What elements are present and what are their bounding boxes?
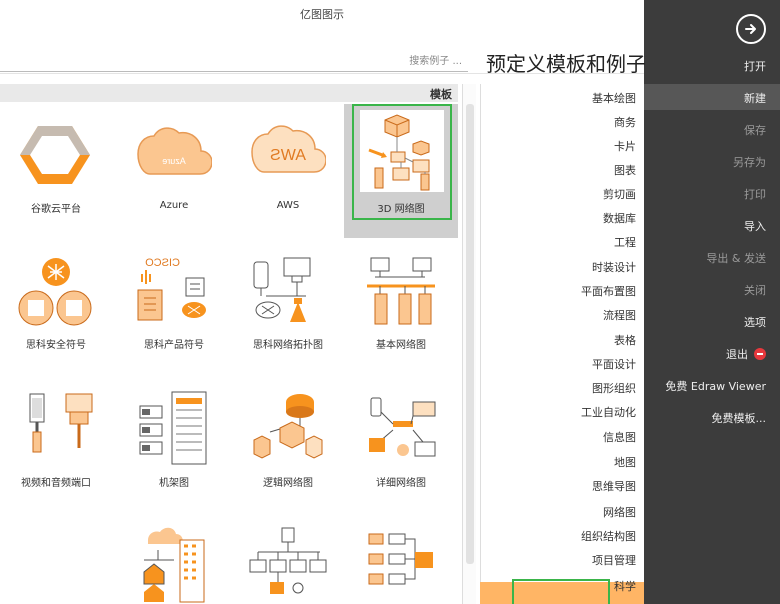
template-hierarchy[interactable] [345,520,457,604]
org-network-icon [249,527,327,594]
templates-header-label: 模板 [430,88,452,101]
template-label: 详细网络图 [376,478,426,489]
template-cisco-products[interactable]: CISCO 思科产品符号 [118,246,230,356]
app-title: 亿图图示 [300,8,344,21]
category-list: 基本绘图 商务 卡片 图表 剪切画 数据库 工程 时装设计 平面布置图 流程图 … [480,84,644,604]
exit-icon [754,348,766,360]
logical-network-icon [253,394,323,459]
template-cisco-security[interactable]: 思科安全符号 [0,246,112,356]
template-label: 逻辑网络图 [263,478,313,489]
template-label: 思科安全符号 [26,340,86,351]
nav-print[interactable]: 打印 [744,186,766,202]
template-google-cloud[interactable]: 谷歌云平台 [0,104,112,224]
template-label: 谷歌云平台 [31,204,81,215]
nav-save[interactable]: 保存 [744,122,766,138]
category-item[interactable]: 流程图 [603,307,636,323]
divider [480,84,481,604]
back-arrow-icon[interactable] [736,14,766,44]
template-label: 基本网络图 [376,340,426,351]
scrollbar[interactable] [462,84,476,604]
category-item[interactable]: 卡片 [614,138,636,154]
template-rack-diagram[interactable]: 机架图 [118,384,230,494]
template-label: AWS [276,200,300,211]
template-label: 视频和音频端口 [21,478,91,489]
nav-open[interactable]: 打开 [744,58,766,74]
template-detailed-network[interactable]: 详细网络图 [345,384,457,494]
template-aws[interactable]: AWS AWS [232,104,344,224]
template-cisco-topology[interactable]: 思科网络拓扑图 [232,246,344,356]
templates-header: 模板 [0,84,458,102]
template-label: 机架图 [159,478,189,489]
building-network-icon [143,527,205,603]
nav-close[interactable]: 关闭 [744,282,766,298]
aws-text: AWS [270,147,306,164]
azure-text: Azure [162,156,186,166]
category-item[interactable]: 剪切画 [603,186,636,202]
cisco-text: CISCO [145,257,180,269]
hierarchy-icon [368,533,433,585]
template-building-network[interactable] [118,520,230,604]
category-item[interactable]: 基本绘图 [592,90,636,106]
category-item[interactable]: 图表 [614,162,636,178]
basic-network-icon [367,257,435,325]
template-av-ports[interactable]: 视频和音频端口 [0,384,112,494]
scrollbar-thumb[interactable] [466,104,474,564]
aws-cloud-icon: AWS [251,125,326,173]
nav-save-as[interactable]: 另存为 [733,154,766,170]
detailed-network-icon [369,397,436,457]
category-item[interactable]: 商务 [614,114,636,130]
template-label: 3D 网络图 [377,204,425,215]
selection-outline [512,579,610,604]
nav-free-templates[interactable]: 免费模板... [712,410,767,426]
nav-export-send[interactable]: 导出 & 发送 [706,250,766,266]
template-3d-network[interactable]: 3D 网络图 [345,104,457,224]
template-label: 思科网络拓扑图 [253,340,323,351]
cisco-security-icon [18,258,92,326]
category-item[interactable]: 表格 [614,332,636,348]
backstage-nav: 打开 新建 保存 另存为 打印 导入 导出 & 发送 关闭 选项 退出 免费 E… [644,0,780,604]
google-cloud-hex-icon [20,126,90,184]
category-item[interactable]: 思维导图 [592,478,636,494]
template-label: Azure [159,200,189,211]
template-basic-network[interactable]: 基本网络图 [345,246,457,356]
category-item[interactable]: 信息图 [603,429,636,445]
category-item-network[interactable]: 网络图 [603,504,636,520]
category-item[interactable]: 工业自动化 [581,404,636,420]
category-item[interactable]: 数据库 [603,210,636,226]
category-item[interactable]: 平面设计 [592,356,636,372]
category-item[interactable]: 工程 [614,234,636,250]
category-item[interactable]: 时装设计 [592,259,636,275]
template-label: 思科产品符号 [144,340,204,351]
template-logical-network[interactable]: 逻辑网络图 [232,384,344,494]
nav-exit-label: 退出 [726,348,748,361]
nav-options[interactable]: 选项 [744,314,766,330]
nav-new[interactable]: 新建 [744,90,766,106]
azure-cloud-icon: Azure [137,127,212,175]
3d-network-icon [368,114,430,191]
rack-diagram-icon [139,391,207,465]
nav-edraw-viewer[interactable]: 免费 Edraw Viewer [665,378,766,394]
nav-exit[interactable]: 退出 [726,346,766,362]
category-item[interactable]: 图形组织 [592,380,636,396]
category-item[interactable]: 项目管理 [592,552,636,568]
template-org-network[interactable] [232,520,344,604]
av-ports-icon [29,393,93,453]
cisco-topology-icon [253,257,311,322]
category-item[interactable]: 地图 [614,454,636,470]
app-window: 亿图图示 打开 新建 保存 另存为 打印 导入 导出 & 发送 关闭 选项 退出… [0,0,780,604]
search-input[interactable]: 搜索例子 ... [0,54,468,72]
category-item[interactable]: 组织结构图 [581,528,636,544]
template-azure[interactable]: Azure Azure [118,104,230,224]
category-item[interactable]: 平面布置图 [581,283,636,299]
cisco-products-icon: CISCO [137,257,206,321]
nav-import[interactable]: 导入 [744,218,766,234]
divider [0,73,644,74]
category-item[interactable]: 科学 [614,578,636,594]
